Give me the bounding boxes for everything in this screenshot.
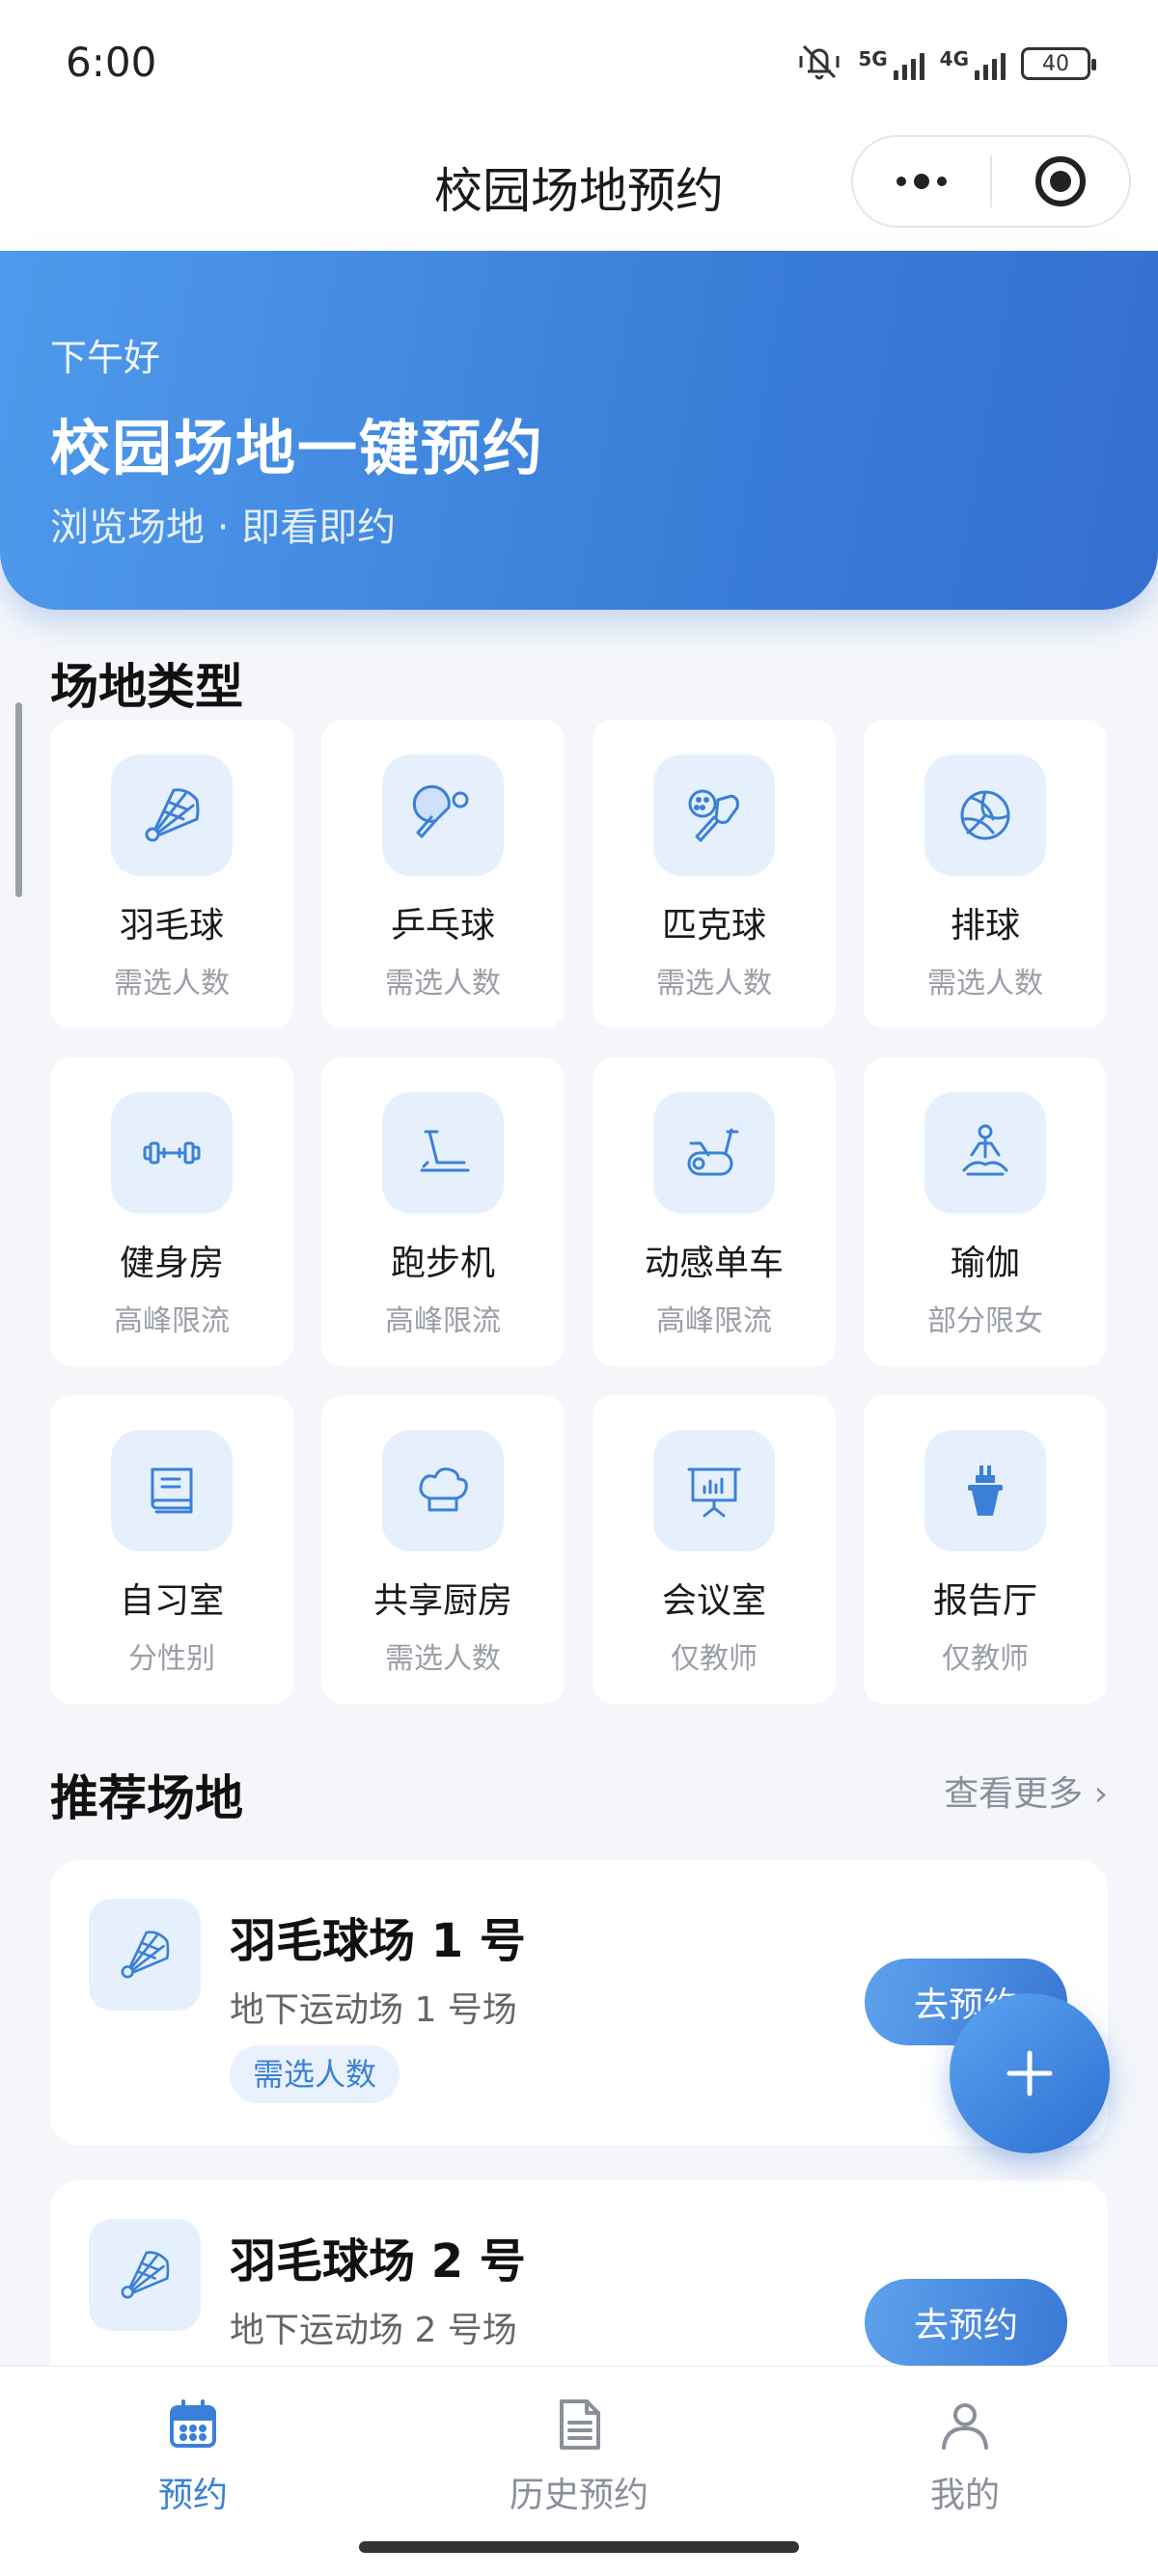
category-name: 报告厅 bbox=[932, 1581, 1037, 1621]
category-name: 自习室 bbox=[119, 1581, 224, 1621]
category-card-kitchen[interactable]: 共享厨房 需选人数 bbox=[321, 1395, 565, 1704]
tab-booking[interactable]: 预约 bbox=[48, 2396, 338, 2517]
category-note: 需选人数 bbox=[656, 967, 772, 1000]
category-note: 需选人数 bbox=[114, 967, 230, 1000]
category-card-yoga[interactable]: 瑜伽 部分限女 bbox=[864, 1057, 1107, 1366]
category-card-gym[interactable]: 健身房 高峰限流 bbox=[50, 1057, 293, 1366]
category-note: 高峰限流 bbox=[114, 1304, 230, 1338]
category-card-pickleball[interactable]: 匹克球 需选人数 bbox=[593, 720, 836, 1028]
category-card-ping-pong[interactable]: 乒乓球 需选人数 bbox=[321, 720, 565, 1028]
category-name: 排球 bbox=[950, 906, 1020, 945]
category-note: 需选人数 bbox=[385, 967, 501, 1000]
pickleball-icon bbox=[653, 754, 775, 876]
view-more-link[interactable]: 查看更多 › bbox=[944, 1766, 1108, 1816]
category-note: 部分限女 bbox=[927, 1304, 1043, 1338]
network-5g-label: 5G bbox=[858, 47, 888, 70]
tab-label: 我的 bbox=[929, 2476, 1000, 2515]
category-card-volleyball[interactable]: 排球 需选人数 bbox=[864, 720, 1107, 1028]
category-note: 高峰限流 bbox=[656, 1304, 772, 1338]
nav-bar: 校园场地预约 bbox=[0, 125, 1158, 251]
network-4g-label: 4G bbox=[939, 47, 969, 70]
category-card-study-room[interactable]: 自习室 分性别 bbox=[50, 1395, 293, 1704]
section-title-recommend: 推荐场地 bbox=[50, 1770, 243, 1826]
venue-location: 地下运动场 2 号场 bbox=[230, 2311, 517, 2350]
category-name: 动感单车 bbox=[644, 1244, 784, 1283]
category-note: 高峰限流 bbox=[385, 1304, 501, 1338]
target-icon[interactable] bbox=[992, 156, 1129, 206]
category-card-meeting-room[interactable]: 会议室 仅教师 bbox=[593, 1395, 836, 1704]
more-dots-icon[interactable] bbox=[853, 174, 990, 189]
badminton-icon bbox=[89, 2219, 201, 2331]
category-card-spin-bike[interactable]: 动感单车 高峰限流 bbox=[593, 1057, 836, 1366]
category-note: 仅教师 bbox=[942, 1642, 1029, 1676]
venue-name: 羽毛球场 1 号 bbox=[230, 1914, 526, 1968]
category-card-badminton[interactable]: 羽毛球 需选人数 bbox=[50, 720, 293, 1028]
category-name: 健身房 bbox=[119, 1244, 224, 1283]
category-grid: 羽毛球 需选人数 乒乓球 需选人数 匹克球 需选人数 排球 需选人数 健身房 高… bbox=[50, 720, 1108, 1704]
tab-history[interactable]: 历史预约 bbox=[434, 2396, 724, 2517]
yoga-icon bbox=[924, 1092, 1046, 1214]
category-card-treadmill[interactable]: 跑步机 高峰限流 bbox=[321, 1057, 565, 1366]
category-name: 羽毛球 bbox=[119, 906, 224, 945]
category-name: 共享厨房 bbox=[372, 1581, 512, 1621]
book-button[interactable]: 去预约 bbox=[865, 2279, 1067, 2366]
signal-icon: 5G bbox=[858, 47, 924, 80]
status-bar: 6:00 5G 4G 40 bbox=[0, 0, 1158, 125]
category-card-lecture-hall[interactable]: 报告厅 仅教师 bbox=[864, 1395, 1107, 1704]
treadmill-icon bbox=[382, 1092, 504, 1214]
hero-greeting: 下午好 bbox=[50, 337, 161, 379]
hero-title: 校园场地一键预约 bbox=[50, 413, 545, 483]
home-indicator[interactable] bbox=[359, 2541, 799, 2553]
venue-location: 地下运动场 1 号场 bbox=[230, 1990, 517, 2030]
venue-name: 羽毛球场 2 号 bbox=[230, 2234, 526, 2288]
scrollbar[interactable] bbox=[15, 702, 22, 897]
volleyball-icon bbox=[924, 754, 1046, 876]
venue-tag: 需选人数 bbox=[230, 2045, 400, 2103]
category-note: 需选人数 bbox=[927, 967, 1043, 1000]
category-note: 需选人数 bbox=[385, 1642, 501, 1676]
mini-program-capsule bbox=[851, 135, 1131, 228]
plus-icon bbox=[1006, 2050, 1053, 2096]
badminton-icon bbox=[111, 754, 233, 876]
document-icon bbox=[560, 2399, 600, 2450]
signal-icon: 4G bbox=[940, 47, 1006, 80]
chef-hat-icon bbox=[382, 1430, 504, 1551]
category-note: 分性别 bbox=[128, 1642, 215, 1676]
calendar-icon bbox=[170, 2399, 216, 2448]
venue-card[interactable]: 羽毛球场 1 号 地下运动场 1 号场 需选人数 去预约 bbox=[50, 1860, 1108, 2146]
hero-subtitle: 浏览场地 · 即看即约 bbox=[50, 506, 397, 550]
battery-icon: 40 bbox=[1021, 47, 1096, 80]
section-title-categories: 场地类型 bbox=[50, 659, 243, 715]
tab-label: 预约 bbox=[157, 2476, 228, 2515]
category-name: 会议室 bbox=[661, 1581, 766, 1621]
category-name: 乒乓球 bbox=[390, 906, 495, 945]
tab-profile[interactable]: 我的 bbox=[820, 2396, 1110, 2517]
status-time: 6:00 bbox=[66, 39, 157, 86]
mute-vibrate-icon bbox=[796, 42, 842, 85]
tab-label: 历史预约 bbox=[509, 2476, 648, 2515]
presentation-icon bbox=[653, 1430, 775, 1551]
dumbbell-icon bbox=[111, 1092, 233, 1214]
category-note: 仅教师 bbox=[671, 1642, 758, 1676]
status-icons: 5G 4G 40 bbox=[796, 42, 1096, 85]
hero-banner: 下午好 校园场地一键预约 浏览场地 · 即看即约 bbox=[0, 251, 1158, 610]
category-name: 跑步机 bbox=[390, 1244, 495, 1283]
add-fab-button[interactable] bbox=[950, 1993, 1110, 2153]
ping-pong-icon bbox=[382, 754, 504, 876]
category-name: 匹克球 bbox=[661, 906, 766, 945]
category-name: 瑜伽 bbox=[950, 1244, 1020, 1283]
book-icon bbox=[111, 1430, 233, 1551]
user-icon bbox=[942, 2403, 988, 2450]
podium-icon bbox=[924, 1430, 1046, 1551]
spin-bike-icon bbox=[653, 1092, 775, 1214]
badminton-icon bbox=[89, 1899, 201, 2011]
